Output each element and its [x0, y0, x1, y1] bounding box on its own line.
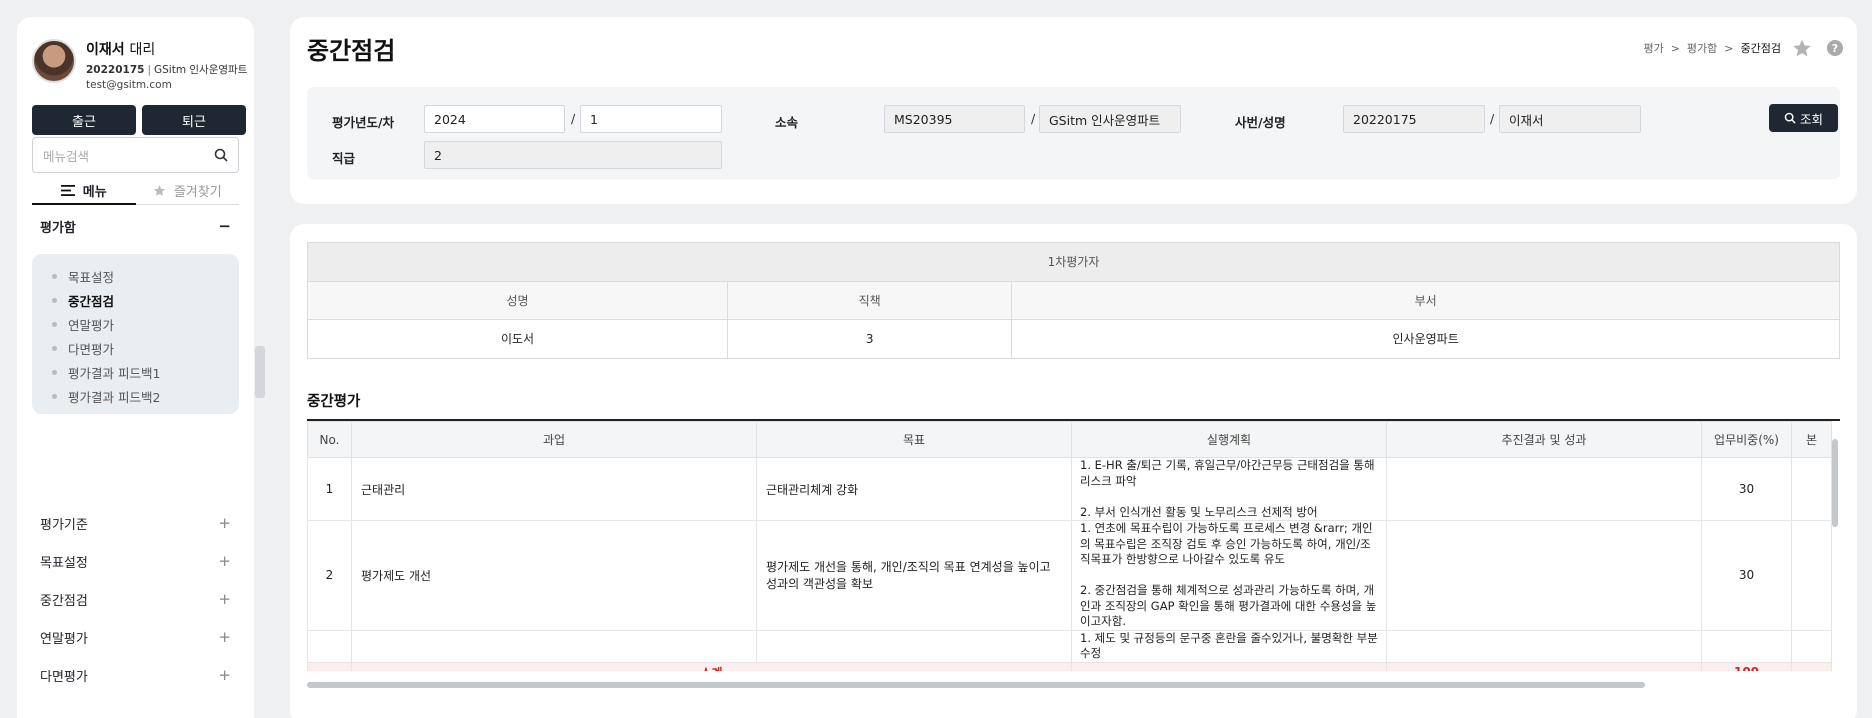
- tab-menu-label: 메뉴: [82, 184, 107, 200]
- menu-group-goal-setting[interactable]: 목표설정 +: [32, 549, 239, 573]
- menu-group-header[interactable]: 평가함 −: [32, 214, 239, 238]
- star-icon: [153, 185, 166, 196]
- clock-out-button[interactable]: 퇴근: [142, 105, 246, 135]
- menu-group-criteria[interactable]: 평가기준 +: [32, 511, 239, 535]
- plus-icon[interactable]: +: [218, 552, 231, 570]
- year-round-label: 평가년도/차: [332, 115, 395, 130]
- header-card: 중간점검 평가 > 평가함 > 중간점검 ? 평가년도/차 2024 / 1 소…: [290, 17, 1857, 204]
- evaluator-table: 1차평가자 성명 직책 부서 이도서 3 인사운영파트: [306, 242, 1840, 359]
- submenu-item-multi-rater[interactable]: 다면평가: [32, 336, 239, 360]
- tab-favorites-label: 즐겨찾기: [173, 185, 222, 200]
- menu-icon: [60, 184, 75, 196]
- evaluator-dept: 인사운영파트: [1011, 319, 1840, 359]
- plan-cell: 1. 제도 및 규정등의 문구중 혼란을 줄수있거나, 불명확한 부분 수정: [1071, 629, 1387, 663]
- user-dept: GSitm 인사운영파트: [154, 64, 248, 76]
- horizontal-scrollbar[interactable]: [307, 682, 1645, 688]
- search-button-label: 조회: [1799, 111, 1823, 127]
- clock-in-button[interactable]: 출근: [32, 105, 136, 135]
- column-header: 업무비중(%): [1701, 421, 1792, 458]
- column-header: 직책: [727, 280, 1013, 320]
- table-row[interactable]: 1 근태관리 근태관리체계 강화 1. E-HR 출/퇴근 기록, 휴일근무/야…: [307, 457, 1832, 521]
- vertical-scrollbar[interactable]: [1832, 439, 1838, 527]
- grade-field: 2: [424, 141, 722, 169]
- attendance-buttons: 출근 퇴근: [32, 105, 246, 135]
- user-email: test@gsitm.com: [86, 79, 172, 91]
- plan-cell: 1. 연초에 목표수립이 가능하도록 프로세스 변경 &rarr; 개인의 목표…: [1071, 520, 1387, 631]
- emp-label: 사번/성명: [1235, 115, 1286, 130]
- column-header: 본: [1791, 421, 1832, 458]
- column-header: 실행계획: [1071, 421, 1387, 458]
- column-header: 성명: [306, 280, 729, 320]
- round-input[interactable]: 1: [580, 105, 722, 133]
- menu-search-placeholder: 메뉴검색: [43, 148, 90, 164]
- plus-icon[interactable]: +: [218, 590, 231, 608]
- submenu-item-feedback-1[interactable]: 평가결과 피드백1: [32, 360, 239, 384]
- subtotal-row: 소계 100: [307, 661, 1832, 671]
- column-header: No.: [307, 421, 352, 458]
- user-rank: 대리: [129, 42, 156, 58]
- org-code-field: MS20395: [884, 105, 1025, 133]
- column-header: 과업: [351, 421, 757, 458]
- sidebar: 이재서 대리 20220175 | GSitm 인사운영파트 test@gsitm.…: [17, 17, 254, 718]
- search-icon[interactable]: [214, 148, 228, 162]
- help-icon[interactable]: ?: [1827, 40, 1843, 56]
- emp-name-field: 이재서: [1499, 105, 1641, 133]
- submenu-item-year-end[interactable]: 연말평가: [32, 312, 239, 336]
- column-header: 추진결과 및 성과: [1386, 421, 1702, 458]
- plus-icon[interactable]: +: [218, 666, 231, 684]
- evaluator-position: 3: [727, 319, 1013, 359]
- search-icon: [1784, 112, 1796, 124]
- column-header: 목표: [756, 421, 1072, 458]
- avatar: [32, 39, 76, 83]
- goals-table: No. 과업 목표 실행계획 추진결과 및 성과 업무비중(%) 본 1 근태관…: [307, 421, 1832, 671]
- page-title: 중간점검: [307, 37, 396, 65]
- user-id: 20220175: [86, 64, 145, 76]
- menu-group-multi-rater[interactable]: 다면평가 +: [32, 663, 239, 687]
- table-row[interactable]: 1. 제도 및 규정등의 문구중 혼란을 줄수있거나, 불명확한 부분 수정: [307, 629, 1832, 663]
- subtotal-weight: 100: [1701, 661, 1792, 671]
- emp-id-field: 20220175: [1343, 105, 1485, 133]
- minus-icon[interactable]: −: [218, 217, 231, 235]
- breadcrumb-item[interactable]: 평가함: [1687, 40, 1717, 56]
- evaluator-table-title: 1차평가자: [307, 242, 1840, 282]
- search-button[interactable]: 조회: [1769, 104, 1838, 132]
- section-title: 중간평가: [307, 394, 361, 410]
- breadcrumb-item[interactable]: 평가: [1643, 40, 1663, 56]
- breadcrumb: 평가 > 평가함 > 중간점검 ?: [1643, 38, 1843, 58]
- plan-cell: 1. E-HR 출/퇴근 기록, 휴일근무/야간근무등 근태점검을 통해 리스크…: [1071, 457, 1387, 521]
- plus-icon[interactable]: +: [218, 628, 231, 646]
- year-input[interactable]: 2024: [424, 105, 565, 133]
- user-id-line: 20220175 | GSitm 인사운영파트: [86, 64, 248, 76]
- tab-favorites[interactable]: 즐겨찾기: [135, 177, 239, 205]
- menu-group-year-end[interactable]: 연말평가 +: [32, 625, 239, 649]
- favorite-star-icon[interactable]: [1792, 38, 1812, 58]
- sidebar-tabs: 메뉴 즐겨찾기: [32, 177, 239, 205]
- tab-menu[interactable]: 메뉴: [32, 177, 136, 205]
- column-header: 부서: [1011, 280, 1840, 320]
- search-filter-panel: 평가년도/차 2024 / 1 소속 MS20395 / GSitm 인사운영파…: [307, 87, 1840, 179]
- user-name: 이재서: [86, 42, 125, 58]
- table-row: 이도서 3 인사운영파트: [306, 319, 1840, 359]
- menu-group-evaluation: 평가함 − 목표설정 중간점검 연말평가 다면평가 평가결과 피드백1 평가결과…: [32, 214, 239, 414]
- submenu-list: 목표설정 중간점검 연말평가 다면평가 평가결과 피드백1 평가결과 피드백2: [32, 254, 239, 414]
- menu-group-midterm[interactable]: 중간점검 +: [32, 587, 239, 611]
- breadcrumb-current: 중간점검: [1740, 42, 1781, 55]
- sidebar-collapse-handle[interactable]: [255, 346, 265, 398]
- menu-search-input[interactable]: 메뉴검색: [32, 137, 239, 173]
- subtotal-label: 소계: [351, 661, 1072, 671]
- org-label: 소속: [775, 115, 799, 130]
- user-profile: 이재서 대리 20220175 | GSitm 인사운영파트 test@gsitm.…: [32, 39, 247, 91]
- goals-table-container: No. 과업 목표 실행계획 추진결과 및 성과 업무비중(%) 본 1 근태관…: [307, 419, 1840, 671]
- content-card: 1차평가자 성명 직책 부서 이도서 3 인사운영파트 중간평가 No. 과업 …: [290, 224, 1857, 718]
- table-row[interactable]: 2 평가제도 개선 평가제도 개선을 통해, 개인/조직의 목표 연계성을 높이…: [307, 520, 1832, 631]
- menu-group-title: 평가함: [40, 220, 76, 236]
- user-name-line: 이재서 대리: [86, 39, 247, 59]
- submenu-item-feedback-2[interactable]: 평가결과 피드백2: [32, 384, 239, 408]
- org-name-field: GSitm 인사운영파트: [1039, 105, 1181, 133]
- grade-label: 직급: [332, 151, 356, 166]
- evaluator-name: 이도서: [306, 319, 729, 359]
- submenu-item-goal-setting[interactable]: 목표설정: [32, 264, 239, 288]
- plus-icon[interactable]: +: [218, 514, 231, 532]
- submenu-item-midterm-check[interactable]: 중간점검: [32, 288, 239, 312]
